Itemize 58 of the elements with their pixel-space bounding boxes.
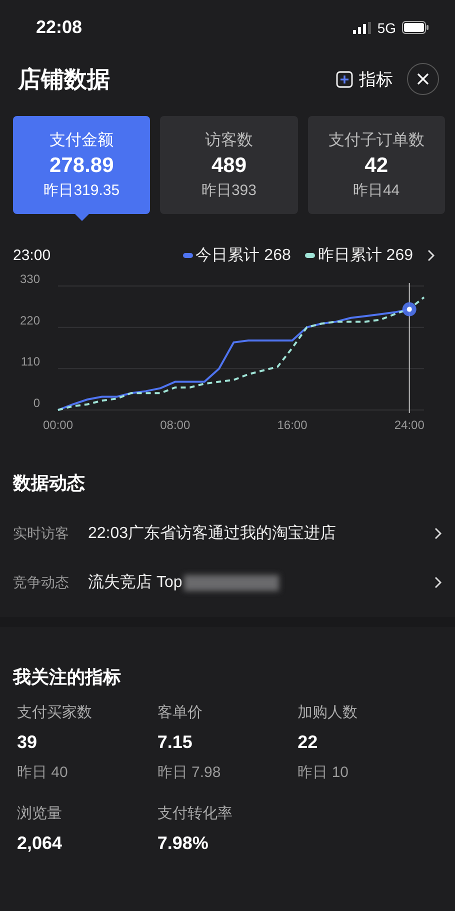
y-tick-label: 220: [20, 313, 40, 328]
y-tick-label: 0: [33, 396, 40, 410]
network-label: 5G: [377, 20, 396, 36]
y-tick-label: 330: [20, 273, 40, 286]
metric-yesterday: 昨日 10: [298, 763, 350, 782]
card-yesterday: 昨日44: [352, 181, 400, 200]
metric-label: 加购人数: [298, 703, 359, 722]
legend-label: 昨日累计 269: [318, 246, 413, 266]
add-metric-button[interactable]: 指标: [336, 68, 393, 90]
section-title: 数据动态: [13, 472, 86, 495]
card-yesterday: 昨日319.35: [44, 181, 120, 200]
metric-card[interactable]: 访客数 489 昨日393: [160, 116, 298, 214]
metric-card[interactable]: 支付子订单数 42 昨日44: [308, 116, 445, 214]
close-button[interactable]: [407, 63, 439, 95]
card-value: 489: [211, 154, 247, 178]
cursor-dot-icon: [402, 302, 416, 316]
metric-value: 39: [17, 732, 38, 753]
row-label: 竞争动态: [13, 574, 70, 592]
metric-label: 客单价: [157, 703, 204, 722]
metric-card[interactable]: 支付金额 278.89 昨日319.35: [13, 116, 150, 214]
x-tick-label: 24:00: [394, 418, 424, 432]
page-title: 店铺数据: [18, 64, 110, 94]
plus-icon: [336, 70, 353, 88]
x-tick-label: 16:00: [277, 418, 308, 432]
legend-label: 今日累计 268: [196, 246, 291, 266]
row-text: 22:03广东省访客通过我的淘宝进店: [88, 524, 336, 544]
card-label: 支付子订单数: [328, 130, 424, 151]
metric-yesterday: 昨日 7.98: [157, 763, 222, 782]
row-label: 实时访客: [13, 524, 70, 542]
signal-icon: [353, 22, 372, 34]
card-value: 42: [364, 154, 388, 178]
clock-time: 22:08: [36, 17, 82, 38]
chevron-right-icon: [434, 576, 442, 589]
metric-label: 浏览量: [17, 804, 63, 823]
close-icon: [417, 73, 429, 85]
metric-value: 22: [298, 732, 319, 753]
dynamic-row[interactable]: 实时访客 22:03广东省访客通过我的淘宝进店: [13, 509, 442, 558]
section-title: 我关注的指标: [13, 666, 122, 689]
chevron-right-icon[interactable]: [427, 248, 435, 262]
card-value: 278.89: [50, 154, 114, 178]
metric-value: 2,064: [17, 833, 64, 854]
x-tick-label: 00:00: [42, 418, 74, 432]
dynamic-row[interactable]: 竞争动态 流失竞店 Top: [13, 558, 442, 607]
card-pointer: [74, 214, 89, 221]
metric-label: 支付转化率: [157, 804, 234, 823]
battery-icon: [402, 21, 429, 34]
row-text: 流失竞店 Top: [88, 572, 182, 593]
chevron-right-icon: [434, 527, 442, 540]
metric-value: 7.98%: [157, 833, 210, 854]
card-label: 支付金额: [50, 130, 114, 151]
y-tick-label: 110: [20, 354, 40, 369]
cursor-time: 23:00: [13, 246, 51, 264]
metric-value: 7.15: [157, 732, 194, 753]
card-label: 访客数: [204, 130, 253, 151]
metric-label: 支付买家数: [17, 703, 93, 722]
card-yesterday: 昨日393: [201, 181, 256, 200]
x-tick-label: 08:00: [160, 418, 190, 432]
metric-yesterday: 昨日 40: [17, 763, 69, 782]
